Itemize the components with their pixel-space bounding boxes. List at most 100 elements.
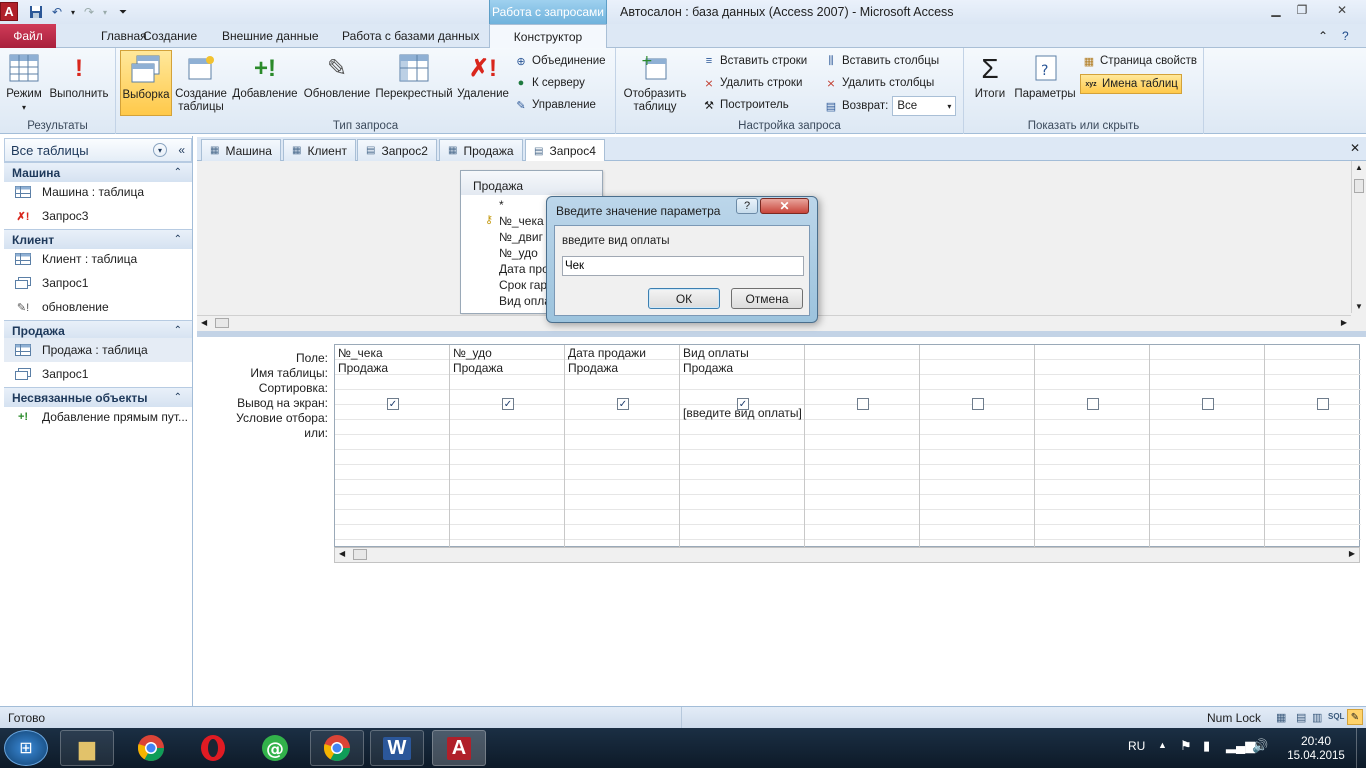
doc-tab-zapros4[interactable]: ▤ Запрос4 bbox=[525, 139, 605, 162]
select-query-button[interactable]: Выборка bbox=[120, 50, 172, 116]
nav-item-prodazha-table[interactable]: Продажа : таблица bbox=[4, 338, 192, 362]
grid-column[interactable]: Дата продажи Продажа ✓ bbox=[565, 345, 680, 548]
doc-tab-zapros2[interactable]: ▤ Запрос2 bbox=[357, 139, 437, 161]
grid-column-empty[interactable] bbox=[805, 345, 920, 548]
pivottable-view-icon[interactable]: ▤ bbox=[1296, 711, 1306, 724]
cell-table[interactable]: Продажа bbox=[453, 361, 503, 375]
start-button-icon[interactable]: ⊞ bbox=[4, 730, 48, 766]
view-button[interactable]: Режим ▾ bbox=[4, 52, 44, 114]
nav-group-unrelated[interactable]: Несвязанные объекты ⌃ bbox=[4, 387, 192, 407]
doc-tab-mashina[interactable]: ▦ Машина bbox=[201, 139, 281, 161]
append-button[interactable]: +! Добавление bbox=[230, 52, 300, 101]
cell-table[interactable]: Продажа bbox=[338, 361, 388, 375]
show-checkbox-unchecked[interactable] bbox=[1087, 398, 1099, 410]
doc-tab-prodazha[interactable]: ▦ Продажа bbox=[439, 139, 523, 161]
minimize-icon[interactable]: ▁ bbox=[1264, 2, 1288, 18]
scroll-left-icon[interactable]: ◀ bbox=[339, 549, 345, 558]
delete-rows-button[interactable]: ⨯ Удалить строки bbox=[702, 76, 802, 90]
chrome-icon[interactable] bbox=[124, 730, 178, 766]
grid-column-empty[interactable] bbox=[920, 345, 1035, 548]
run-button[interactable]: ! Выполнить bbox=[48, 52, 110, 101]
customize-qat-icon[interactable]: ⏷ bbox=[114, 3, 132, 21]
scroll-thumb[interactable] bbox=[353, 549, 367, 560]
scroll-right-icon[interactable]: ▶ bbox=[1341, 318, 1347, 327]
scroll-up-icon[interactable]: ▲ bbox=[1355, 163, 1363, 172]
cell-table[interactable]: Продажа bbox=[683, 361, 733, 375]
cell-field[interactable]: №_удо bbox=[453, 346, 492, 360]
nav-header[interactable]: Все таблицы ▾ « bbox=[4, 138, 192, 162]
nav-menu-icon[interactable]: ▾ bbox=[153, 143, 167, 157]
show-checkbox-checked[interactable]: ✓ bbox=[617, 398, 629, 410]
save-icon[interactable] bbox=[27, 3, 45, 21]
table-names-button[interactable]: xyz Имена таблиц bbox=[1080, 74, 1182, 94]
access-logo-icon[interactable]: A bbox=[0, 2, 18, 21]
sql-view-icon[interactable]: SQL bbox=[1328, 712, 1344, 721]
show-hidden-icons-icon[interactable]: ▲ bbox=[1158, 740, 1167, 750]
tab-file[interactable]: Файл bbox=[0, 24, 56, 48]
cell-field[interactable]: Дата продажи bbox=[568, 346, 646, 360]
property-sheet-button[interactable]: ▦ Страница свойств bbox=[1082, 54, 1197, 68]
action-center-icon[interactable]: ⚑ bbox=[1180, 738, 1192, 754]
table-pane-vertical-scrollbar[interactable]: ▲ ▼ bbox=[1351, 161, 1366, 313]
field-item[interactable]: №_двиг bbox=[499, 230, 543, 244]
maximize-icon[interactable]: ❐ bbox=[1290, 2, 1314, 18]
explorer-icon[interactable]: ▆ bbox=[60, 730, 114, 766]
datasheet-view-icon[interactable]: ▦ bbox=[1276, 711, 1286, 724]
show-checkbox-unchecked[interactable] bbox=[1202, 398, 1214, 410]
redo-dropdown-icon[interactable]: ▾ bbox=[96, 3, 114, 21]
language-indicator[interactable]: RU bbox=[1128, 739, 1145, 753]
scroll-down-icon[interactable]: ▼ bbox=[1355, 302, 1363, 311]
union-button[interactable]: ⊕ Объединение bbox=[514, 54, 605, 68]
nav-item-mashina-table[interactable]: Машина : таблица bbox=[4, 180, 192, 204]
delete-query-button[interactable]: ✗! Удаление bbox=[454, 52, 512, 101]
collapse-ribbon-icon[interactable]: ⌃ bbox=[1318, 24, 1328, 48]
cell-field[interactable]: №_чека bbox=[338, 346, 383, 360]
builder-button[interactable]: ⚒ Построитель bbox=[702, 98, 789, 112]
field-item[interactable]: №_удо bbox=[499, 246, 538, 260]
cancel-button[interactable]: Отмена bbox=[731, 288, 803, 309]
close-icon[interactable]: ✕ bbox=[1324, 2, 1360, 18]
show-checkbox-unchecked[interactable] bbox=[857, 398, 869, 410]
volume-icon[interactable]: 🔊 bbox=[1252, 738, 1268, 754]
data-definition-button[interactable]: ✎ Управление bbox=[514, 98, 596, 112]
show-checkbox-unchecked[interactable] bbox=[972, 398, 984, 410]
grid-horizontal-scrollbar[interactable]: ◀ ▶ bbox=[334, 547, 1360, 563]
access-taskbar-icon[interactable]: A bbox=[432, 730, 486, 766]
field-item[interactable]: №_чека bbox=[499, 214, 544, 228]
pass-through-button[interactable]: ● К серверу bbox=[514, 76, 585, 90]
dialog-close-button[interactable]: ✕ bbox=[760, 198, 809, 214]
clock-date[interactable]: 15.04.2015 bbox=[1280, 750, 1352, 762]
word-icon[interactable]: W bbox=[370, 730, 424, 766]
grid-column-empty[interactable] bbox=[1265, 345, 1360, 548]
grid-column[interactable]: №_чека Продажа ✓ bbox=[335, 345, 450, 548]
cell-field[interactable]: Вид оплаты bbox=[683, 346, 749, 360]
nav-item-obnovlenie[interactable]: ✎! обновление bbox=[4, 295, 192, 319]
cell-table[interactable]: Продажа bbox=[568, 361, 618, 375]
field-item[interactable]: Срок гар bbox=[499, 278, 547, 292]
field-item[interactable]: Дата про bbox=[499, 262, 549, 276]
clock-time[interactable]: 20:40 bbox=[1286, 734, 1346, 748]
chrome-active-icon[interactable] bbox=[310, 730, 364, 766]
scroll-thumb[interactable] bbox=[215, 318, 229, 328]
update-button[interactable]: ✎ Обновление bbox=[302, 52, 372, 101]
scroll-right-icon[interactable]: ▶ bbox=[1349, 549, 1355, 558]
totals-button[interactable]: Σ Итоги bbox=[970, 52, 1010, 101]
cell-criteria[interactable]: [введите вид оплаты] bbox=[683, 406, 802, 420]
design-view-icon[interactable]: ✎ bbox=[1347, 709, 1363, 725]
insert-rows-button[interactable]: ≡ Вставить строки bbox=[702, 54, 807, 68]
nav-group-mashina[interactable]: Машина ⌃ bbox=[4, 162, 192, 182]
qbe-grid[interactable]: №_чека Продажа ✓ №_удо Продажа ✓ Дата пр… bbox=[334, 344, 1361, 548]
return-select[interactable]: Все ▾ bbox=[892, 96, 957, 116]
parameters-button[interactable]: ? Параметры bbox=[1012, 52, 1078, 101]
insert-columns-button[interactable]: ⫼ Вставить столбцы bbox=[824, 54, 939, 68]
doc-tab-klient[interactable]: ▦ Клиент bbox=[283, 139, 356, 161]
field-item[interactable]: Вид опла bbox=[499, 294, 551, 308]
tab-create[interactable]: Создание bbox=[133, 24, 207, 48]
nav-group-klient[interactable]: Клиент ⌃ bbox=[4, 229, 192, 249]
nav-group-prodazha[interactable]: Продажа ⌃ bbox=[4, 320, 192, 340]
tab-design[interactable]: Конструктор bbox=[489, 24, 607, 49]
grid-column[interactable]: №_удо Продажа ✓ bbox=[450, 345, 565, 548]
battery-icon[interactable]: ▮ bbox=[1203, 738, 1210, 754]
grid-column-empty[interactable] bbox=[1150, 345, 1265, 548]
show-checkbox-checked[interactable]: ✓ bbox=[387, 398, 399, 410]
